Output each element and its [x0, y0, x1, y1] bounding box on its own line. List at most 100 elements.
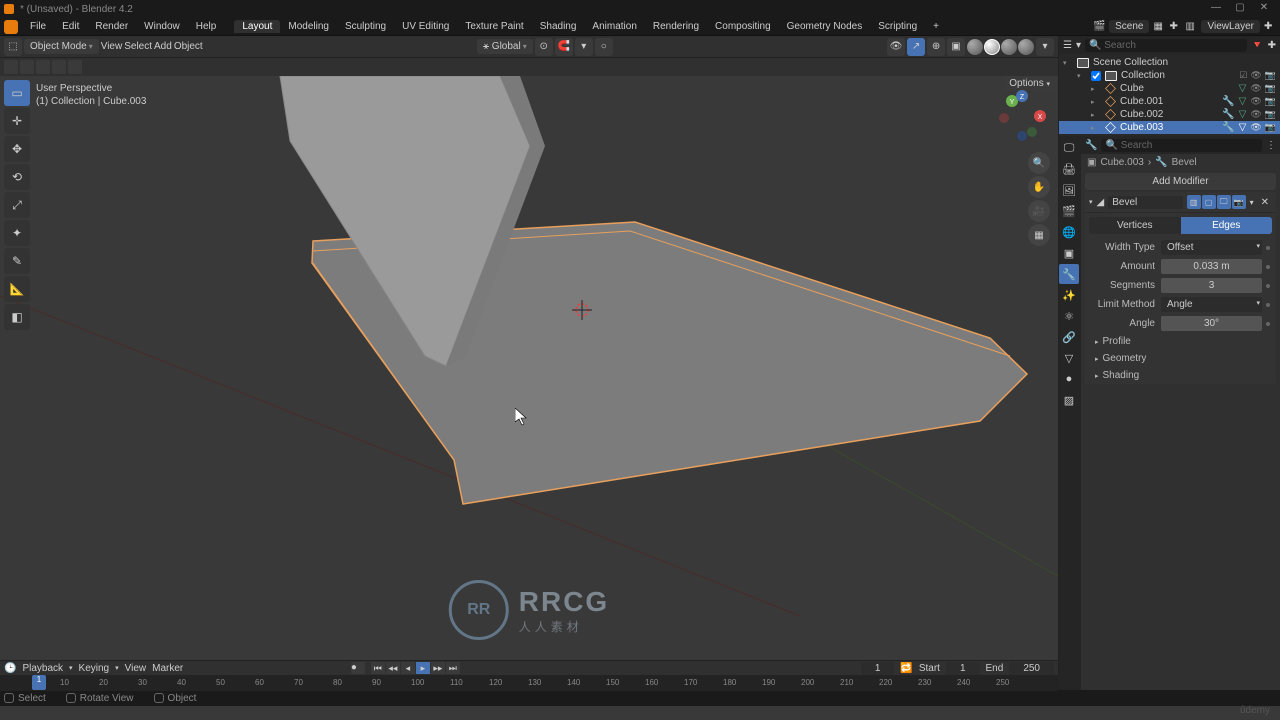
collection-enable-checkbox[interactable] [1091, 71, 1101, 81]
gizmo-toggle[interactable]: ↗ [907, 38, 925, 56]
tool-add-cube[interactable]: ◧ [4, 304, 30, 330]
tool-select-box[interactable]: ▭ [4, 80, 30, 106]
tool-measure[interactable]: 📐 [4, 276, 30, 302]
outliner-collection[interactable]: ▾ Collection ☑👁📷 [1059, 69, 1280, 82]
tl-playback[interactable]: Playback [22, 663, 63, 674]
editor-type-icon[interactable]: ⬚ [4, 38, 22, 56]
range-icon[interactable]: 🔁 [900, 663, 912, 674]
minimize-button[interactable]: — [1204, 2, 1228, 16]
playhead[interactable]: 1 [32, 675, 46, 690]
anim-dot[interactable] [1266, 246, 1270, 250]
tool-cursor[interactable]: ✛ [4, 108, 30, 134]
autokey-toggle[interactable]: ● [351, 662, 365, 674]
tab-animation[interactable]: Animation [584, 20, 644, 33]
tool-rotate[interactable]: ⟲ [4, 164, 30, 190]
select-mode-2[interactable] [20, 60, 34, 74]
ptab-physics[interactable]: ⚛ [1059, 306, 1079, 326]
tab-uv-editing[interactable]: UV Editing [394, 20, 457, 33]
tl-view[interactable]: View [125, 663, 147, 674]
menu-edit[interactable]: Edit [54, 21, 87, 32]
timeline-axis[interactable]: 1 10203040506070809010011012013014015016… [0, 675, 1058, 691]
menu-window[interactable]: Window [136, 21, 188, 32]
tab-sculpting[interactable]: Sculpting [337, 20, 394, 33]
modifier-name-field[interactable]: Bevel [1108, 196, 1182, 209]
jump-end[interactable]: ⏭ [446, 662, 460, 674]
ptab-scene[interactable]: 🎬 [1059, 201, 1079, 221]
ptab-data[interactable]: ▽ [1059, 348, 1079, 368]
vp-menu-view[interactable]: View [101, 41, 123, 52]
props-options-icon[interactable]: ⋮ [1266, 140, 1276, 151]
tool-transform[interactable]: ✦ [4, 220, 30, 246]
browse-scene-icon[interactable]: ▦ [1153, 21, 1165, 33]
tab-shading[interactable]: Shading [532, 20, 585, 33]
eye-icon[interactable]: 👁 [1250, 122, 1261, 133]
properties-search[interactable]: 🔍 Search [1101, 139, 1262, 152]
mode-tab-vertices[interactable]: Vertices [1089, 217, 1181, 234]
amount-field[interactable]: 0.033 m [1161, 259, 1262, 274]
maximize-button[interactable]: ▢ [1228, 2, 1252, 16]
anim-dot[interactable] [1266, 322, 1270, 326]
eye-icon[interactable]: 👁 [1250, 96, 1261, 107]
shading-rendered[interactable] [1018, 39, 1034, 55]
play-forward[interactable]: ▸ [416, 662, 430, 674]
key-next[interactable]: ▸▸ [431, 662, 445, 674]
timeline-editor-icon[interactable]: 🕒 [4, 663, 16, 674]
render-icon[interactable]: 📷 [1265, 96, 1276, 107]
ptab-object[interactable]: ▣ [1059, 243, 1079, 263]
ptab-texture[interactable]: ▨ [1059, 390, 1079, 410]
ptab-render[interactable]: 🖵 [1059, 138, 1079, 158]
shading-material[interactable] [1001, 39, 1017, 55]
mod-toggle-render[interactable]: 📷 [1232, 195, 1246, 209]
outliner-item-cube001[interactable]: ▸ Cube.001 🔧▽ 👁📷 [1059, 95, 1280, 108]
outliner-search[interactable]: 🔍 Search [1085, 39, 1247, 52]
render-icon[interactable]: 📷 [1265, 70, 1276, 81]
ptab-material[interactable]: ● [1059, 369, 1079, 389]
select-mode-1[interactable] [4, 60, 18, 74]
eye-icon[interactable]: 👁 [1250, 83, 1261, 94]
tl-marker[interactable]: Marker [152, 663, 183, 674]
select-mode-5[interactable] [68, 60, 82, 74]
exclude-icon[interactable]: ☑ [1239, 70, 1247, 81]
orientation-dropdown[interactable]: ⚹ Global▾ [477, 39, 533, 54]
pivot-dropdown[interactable]: ⊙ [535, 38, 553, 56]
nav-camera[interactable]: 🎥 [1028, 200, 1050, 222]
tab-add[interactable]: + [925, 20, 947, 33]
outliner-item-cube[interactable]: ▸ Cube ▽ 👁📷 [1059, 82, 1280, 95]
ptab-world[interactable]: 🌐 [1059, 222, 1079, 242]
3d-viewport[interactable]: Options ▾ User Perspective (1) Collectio… [0, 76, 1058, 660]
key-prev[interactable]: ◂◂ [386, 662, 400, 674]
tab-layout[interactable]: Layout [234, 20, 280, 33]
render-icon[interactable]: 📷 [1265, 122, 1276, 133]
mod-toggle-edit[interactable]: ▥ [1187, 195, 1201, 209]
nav-persp[interactable]: ▦ [1028, 224, 1050, 246]
mod-delete-button[interactable]: ✕ [1258, 197, 1272, 208]
mod-toggle-cage[interactable]: ▢ [1202, 195, 1216, 209]
tool-annotate[interactable]: ✎ [4, 248, 30, 274]
play-reverse[interactable]: ◂ [401, 662, 415, 674]
jump-start[interactable]: ⏮ [371, 662, 385, 674]
outliner-scene-collection[interactable]: ▾ Scene Collection [1059, 56, 1280, 69]
nav-gizmo[interactable]: X Y Z [992, 86, 1052, 146]
subpanel-shading[interactable]: ▸Shading [1085, 367, 1276, 384]
render-icon[interactable]: 📷 [1265, 109, 1276, 120]
new-scene-icon[interactable]: ✚ [1169, 21, 1181, 33]
outliner-type-icon[interactable]: ☰ [1063, 40, 1072, 51]
nav-pan[interactable]: ✋ [1028, 176, 1050, 198]
ptab-modifier[interactable]: 🔧 [1059, 264, 1079, 284]
menu-file[interactable]: File [22, 21, 54, 32]
ptab-output[interactable]: 🖨 [1059, 159, 1079, 179]
new-viewlayer-icon[interactable]: ✚ [1264, 21, 1276, 33]
mode-dropdown[interactable]: Object Mode▾ [24, 39, 99, 54]
tool-move[interactable]: ✥ [4, 136, 30, 162]
xray-toggle[interactable]: ▣ [947, 38, 965, 56]
subpanel-profile[interactable]: ▸Profile [1085, 333, 1276, 350]
width-type-dropdown[interactable]: Offset▾ [1161, 240, 1262, 255]
eye-icon[interactable]: 👁 [1250, 70, 1261, 81]
mod-toggle-realtime[interactable]: 🖵 [1217, 195, 1231, 209]
overlays-toggle[interactable]: ⊕ [927, 38, 945, 56]
anim-dot[interactable] [1266, 303, 1270, 307]
snap-toggle[interactable]: 🧲 [555, 38, 573, 56]
anim-dot[interactable] [1266, 284, 1270, 288]
tl-keying[interactable]: Keying [79, 663, 110, 674]
render-icon[interactable]: 📷 [1265, 83, 1276, 94]
